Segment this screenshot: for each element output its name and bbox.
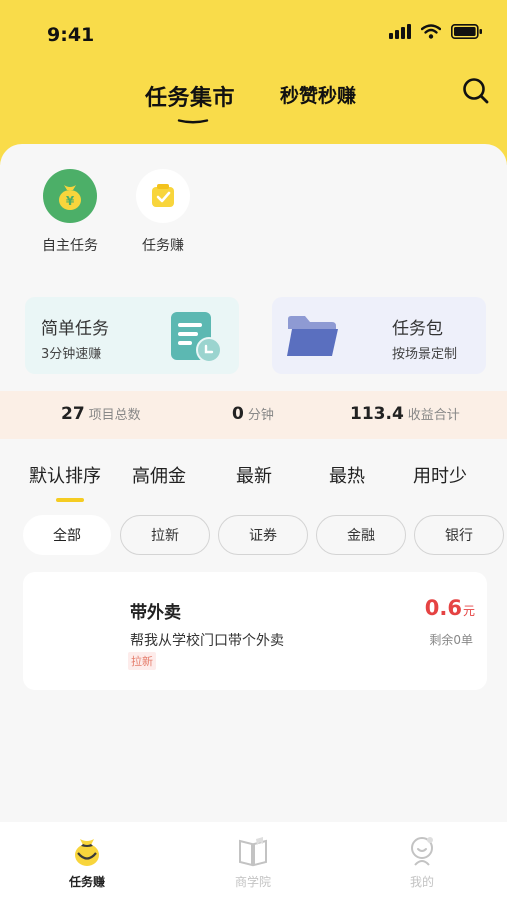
stat-label: 分钟 bbox=[247, 408, 274, 423]
stat-minutes: 0 分钟 bbox=[232, 404, 274, 424]
promo-subtitle: 3分钟速赚 bbox=[41, 347, 102, 362]
sort-tab-newest[interactable]: 最新 bbox=[236, 462, 272, 488]
signal-icon bbox=[389, 23, 411, 39]
status-bar: 9:41 bbox=[0, 0, 507, 70]
sort-tab-least-time[interactable]: 用时少 bbox=[413, 462, 467, 488]
wifi-icon bbox=[421, 23, 441, 39]
sort-tab-indicator bbox=[56, 498, 84, 502]
task-tag: 拉新 bbox=[128, 652, 156, 670]
promo-title: 任务包 bbox=[392, 319, 443, 339]
nav-label: 任务赚 bbox=[68, 875, 105, 889]
active-tab-indicator bbox=[177, 119, 209, 124]
promo-subtitle: 按场景定制 bbox=[392, 347, 458, 362]
chip-finance[interactable]: 金融 bbox=[316, 515, 406, 555]
task-price-unit: 元 bbox=[462, 604, 475, 618]
bottom-nav: 任务赚 商学院 我的 bbox=[0, 822, 507, 900]
money-bag-icon: ¥ bbox=[43, 169, 97, 223]
task-title: 带外卖 bbox=[130, 603, 181, 623]
task-description: 帮我从学校门口带个外卖 bbox=[130, 633, 284, 649]
stats-bar: 27 项目总数 0 分钟 113.4 收益合计 bbox=[0, 391, 507, 439]
nav-profile[interactable]: 我的 bbox=[382, 834, 462, 890]
tab-instant-earn[interactable]: 秒赞秒赚 bbox=[280, 81, 356, 108]
tab-task-market[interactable]: 任务集市 bbox=[145, 80, 235, 112]
status-time: 9:41 bbox=[47, 24, 95, 46]
profile-icon bbox=[411, 837, 433, 866]
promo-title: 简单任务 bbox=[41, 319, 109, 339]
status-icons bbox=[389, 23, 483, 39]
stat-label: 项目总数 bbox=[88, 408, 141, 423]
chip-all[interactable]: 全部 bbox=[23, 515, 111, 555]
folder-icon bbox=[287, 316, 338, 356]
stat-label: 收益合计 bbox=[407, 408, 460, 423]
check-note-icon bbox=[136, 169, 190, 223]
quick-action-task-earn[interactable]: 任务赚 bbox=[118, 169, 208, 255]
task-price: 0.6元 bbox=[425, 596, 475, 620]
nav-academy[interactable]: 商学院 bbox=[213, 834, 293, 890]
money-bag-icon bbox=[75, 839, 99, 866]
stat-total-projects: 27 项目总数 bbox=[61, 404, 141, 424]
stat-total-earnings: 113.4 收益合计 bbox=[350, 404, 460, 424]
task-card[interactable]: 带外卖 帮我从学校门口带个外卖 拉新 0.6元 剩余0单 bbox=[23, 572, 487, 690]
stat-value: 27 bbox=[61, 404, 85, 424]
book-icon bbox=[239, 837, 267, 867]
promo-card-simple-task[interactable]: 简单任务 3分钟速赚 bbox=[25, 297, 239, 374]
nav-task-earn[interactable]: 任务赚 bbox=[47, 834, 127, 890]
nav-label: 商学院 bbox=[234, 875, 271, 889]
stat-value: 113.4 bbox=[350, 404, 404, 424]
task-remaining: 剩余0单 bbox=[429, 633, 473, 647]
chip-bank[interactable]: 银行 bbox=[414, 515, 504, 555]
stat-value: 0 bbox=[232, 404, 244, 424]
quick-action-label: 自主任务 bbox=[42, 238, 98, 254]
search-icon[interactable] bbox=[461, 76, 491, 110]
sort-tab-high-commission[interactable]: 高佣金 bbox=[132, 462, 186, 488]
chip-securities[interactable]: 证券 bbox=[218, 515, 308, 555]
svg-text:¥: ¥ bbox=[66, 194, 75, 208]
sort-tab-default[interactable]: 默认排序 bbox=[29, 462, 101, 488]
document-clock-icon bbox=[171, 312, 222, 363]
quick-action-label: 任务赚 bbox=[142, 238, 184, 254]
quick-action-self-task[interactable]: ¥ 自主任务 bbox=[25, 169, 115, 255]
chip-new-user[interactable]: 拉新 bbox=[120, 515, 210, 555]
main-content: ¥ 自主任务 任务赚 简单任务 3分钟速赚 任务包 按场景定制 27 项目总数 … bbox=[0, 144, 507, 822]
nav-label: 我的 bbox=[409, 875, 434, 889]
promo-card-task-pack[interactable]: 任务包 按场景定制 bbox=[272, 297, 486, 374]
battery-icon bbox=[451, 23, 483, 39]
sort-tab-hottest[interactable]: 最热 bbox=[329, 462, 365, 488]
task-price-value: 0.6 bbox=[424, 596, 462, 620]
